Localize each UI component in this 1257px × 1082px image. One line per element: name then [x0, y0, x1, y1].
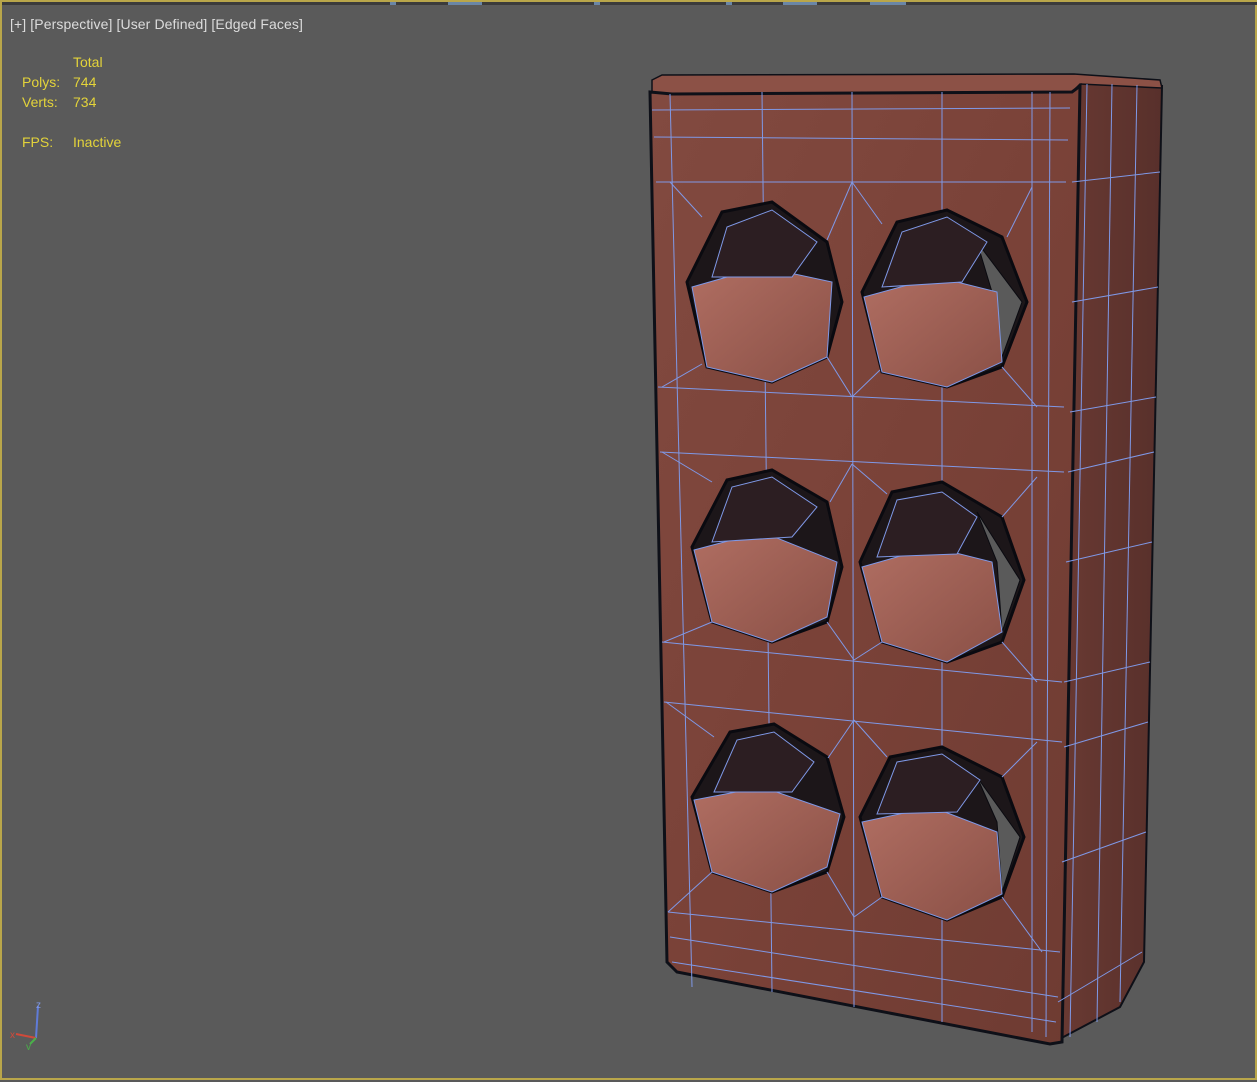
- axis-tripod-icon: z x y: [10, 1000, 41, 1050]
- axis-z-label: z: [36, 1000, 41, 1011]
- axis-y-label: y: [26, 1042, 31, 1050]
- perspective-viewport[interactable]: [+] [Perspective] [User Defined] [Edged Fac…: [0, 0, 1257, 1080]
- axis-x-label: x: [10, 1030, 15, 1041]
- brick-mesh[interactable]: [2, 2, 1257, 1082]
